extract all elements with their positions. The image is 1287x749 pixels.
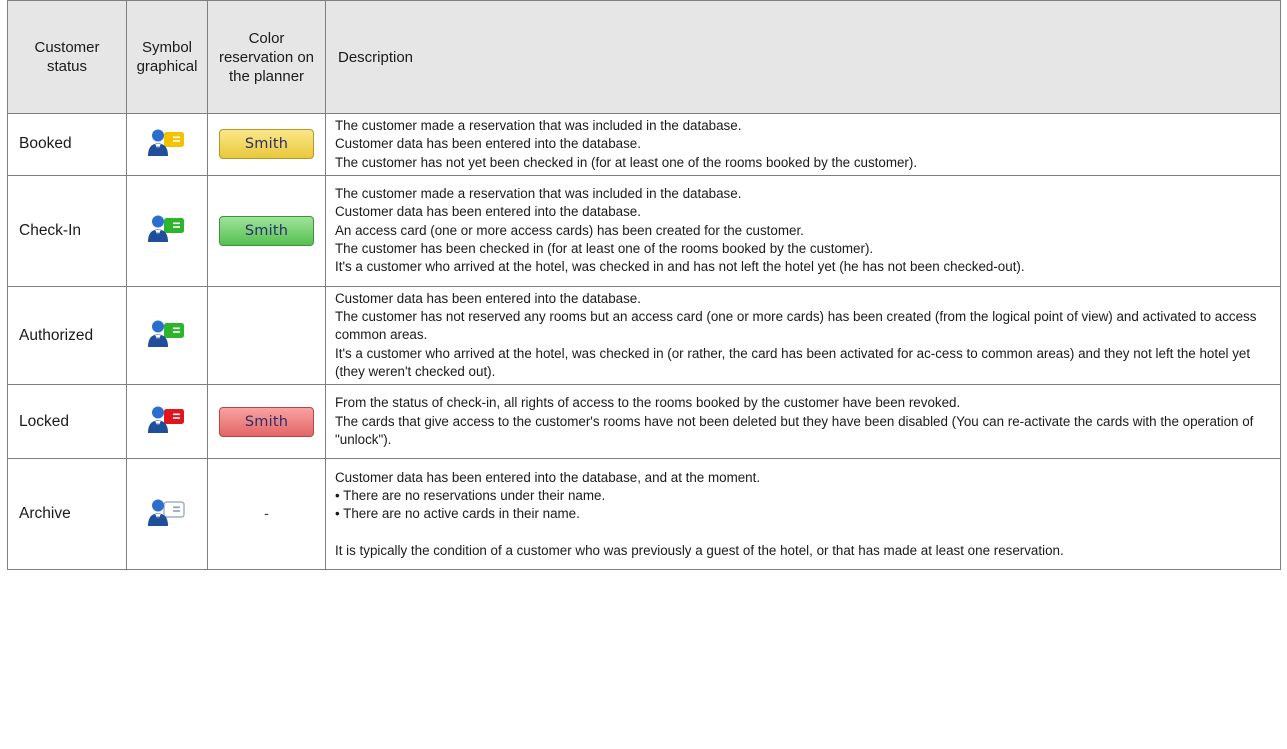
description-line: Customer data has been entered into the … [335, 290, 641, 306]
description-line: It is typically the condition of a custo… [335, 542, 1064, 558]
description-line: Customer data has been entered into the … [335, 469, 761, 485]
description-line: The customer has not yet been checked in… [335, 154, 918, 170]
header-description: Description [325, 0, 1281, 114]
table-row-archive: Archive - Customer data has been entered… [7, 458, 1281, 571]
description-archive: Customer data has been entered into the … [325, 458, 1281, 571]
table-row-booked: Booked Smith The customer made a reserva… [7, 113, 1281, 176]
customer-booked-icon [147, 127, 187, 157]
description-line: • There are no reservations under their … [335, 488, 606, 504]
table-row-authorized: Authorized Customer data has been entere… [7, 285, 1281, 386]
description-checkin: The customer made a reservation that was… [325, 174, 1281, 287]
status-label: Booked [7, 113, 127, 176]
description-line: The customer made a reservation that was… [335, 186, 742, 202]
customer-status-table: Customer status Symbol graphical Color r… [7, 0, 1281, 571]
customer-checkin-icon [147, 213, 187, 243]
header-color-reservation: Color reservation on the planner [207, 0, 326, 114]
description-locked: From the status of check-in, all rights … [325, 384, 1281, 460]
description-line: The cards that give access to the custom… [335, 413, 1254, 448]
description-line: It's a customer who arrived at the hotel… [335, 345, 1251, 380]
description-line: The customer has not reserved any rooms … [335, 309, 1257, 343]
description-line: The customer made a reservation that was… [335, 118, 742, 133]
reservation-color-swatch-booked: Smith [219, 129, 314, 160]
description-line: An access card (one or more access cards… [335, 222, 804, 238]
reservation-color-swatch-locked: Smith [219, 406, 314, 437]
header-symbol-graphical: Symbol graphical [126, 0, 208, 114]
table-row-locked: Locked Smith From the status of check-in… [7, 384, 1281, 460]
status-label: Locked [7, 384, 127, 460]
customer-locked-icon [147, 404, 187, 434]
description-booked: The customer made a reservation that was… [325, 113, 1281, 176]
header-row: Customer status Symbol graphical Color r… [7, 0, 1281, 114]
status-label: Archive [7, 458, 127, 571]
table-row-checkin: Check-In Smith The customer made a reser… [7, 174, 1281, 287]
description-line: • There are no active cards in their nam… [335, 506, 580, 522]
description-line: Customer data has been entered into the … [335, 136, 641, 152]
description-spacer [335, 524, 1268, 542]
description-line: From the status of check-in, all rights … [335, 395, 961, 411]
customer-archive-icon [147, 497, 187, 527]
description-line: Customer data has been entered into the … [335, 204, 641, 220]
reservation-color-empty [207, 285, 326, 386]
header-customer-status: Customer status [7, 0, 127, 114]
description-line: It's a customer who arrived at the hotel… [335, 259, 1025, 275]
reservation-color-none: - [264, 505, 269, 522]
description-line: The customer has been checked in (for at… [335, 241, 874, 257]
status-label: Check-In [7, 174, 127, 287]
reservation-color-swatch-checkin: Smith [219, 215, 314, 246]
description-authorized: Customer data has been entered into the … [325, 285, 1281, 386]
customer-authorized-icon [147, 318, 187, 348]
status-label: Authorized [7, 285, 127, 386]
